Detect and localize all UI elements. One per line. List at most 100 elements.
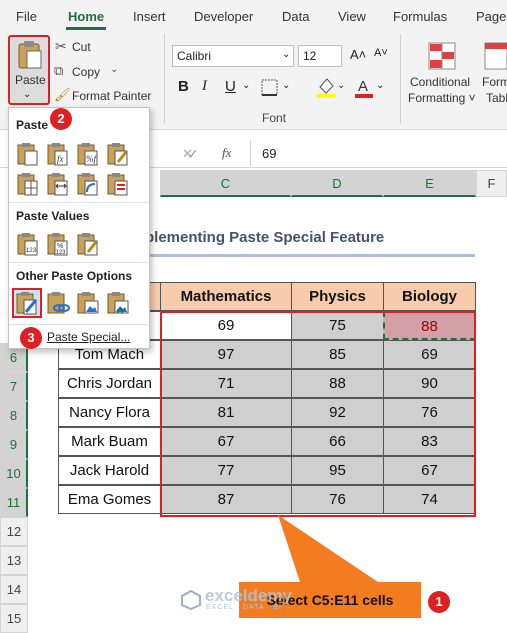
paste-keep-destination-formatting-icon[interactable] <box>106 172 130 196</box>
italic-button[interactable]: I <box>202 78 207 95</box>
table-cell-name[interactable]: Mark Buam <box>58 427 161 456</box>
menu-view[interactable]: View <box>338 9 366 24</box>
svg-text:123: 123 <box>56 250 67 256</box>
paste-values-source-formatting-icon[interactable] <box>76 232 100 256</box>
chevron-down-icon[interactable]: ⌄ <box>242 80 250 91</box>
paste-values-icon[interactable]: 123 <box>16 232 40 256</box>
borders-icon[interactable] <box>260 78 280 98</box>
svg-text:%: % <box>57 243 63 250</box>
paste-special-menu-item[interactable]: Paste Special... <box>47 330 130 344</box>
paste-transpose-icon[interactable] <box>76 172 100 196</box>
chevron-down-icon[interactable]: ⌄ <box>282 80 290 91</box>
fill-color-icon[interactable] <box>316 75 336 99</box>
font-size-select[interactable]: 12 <box>298 45 342 67</box>
font-name-value: Calibri <box>177 49 212 63</box>
step-badge-1: 1 <box>428 591 450 613</box>
chevron-down-icon: ⌄ <box>110 64 119 75</box>
function-icon[interactable]: fx <box>222 145 231 161</box>
step-badge-2: 2 <box>50 108 72 130</box>
menu-bar: File Home Insert Developer Data View For… <box>0 0 507 30</box>
bold-button[interactable]: B <box>178 78 189 95</box>
grow-font-button[interactable]: A˄ <box>350 47 366 62</box>
paste-formatting-option[interactable] <box>12 288 42 318</box>
table-cell-name[interactable]: Chris Jordan <box>58 369 161 398</box>
conditional-formatting-button[interactable]: Conditional <box>410 75 470 89</box>
paste-label: Paste <box>15 73 46 87</box>
paste-no-borders-icon[interactable] <box>16 172 40 196</box>
cut-button[interactable]: Cut <box>72 40 91 54</box>
format-as-table-label-2: Tabl <box>486 91 507 105</box>
menu-insert[interactable]: Insert <box>133 9 166 24</box>
menu-formulas[interactable]: Formulas <box>393 9 447 24</box>
paste-formulas-icon[interactable]: fx <box>46 142 70 166</box>
paste-keep-column-widths-icon[interactable] <box>46 172 70 196</box>
step-badge-3: 3 <box>20 327 42 349</box>
conditional-formatting-label-2: Formatting ˅ <box>408 91 476 105</box>
row-header-7[interactable]: 7 <box>0 372 28 401</box>
table-header-math[interactable]: Mathematics <box>160 282 292 311</box>
column-header-c[interactable]: C <box>160 170 291 197</box>
row-header-15[interactable]: 15 <box>0 604 28 633</box>
row-header-11[interactable]: 11 <box>0 488 28 517</box>
svg-text:A: A <box>358 78 368 95</box>
column-header-d[interactable]: D <box>291 170 383 197</box>
paste-icon[interactable] <box>16 142 40 166</box>
underline-button[interactable]: U <box>225 78 236 95</box>
chevron-down-icon[interactable]: ⌄ <box>376 80 384 91</box>
shrink-font-button[interactable]: A˅ <box>374 47 388 59</box>
copy-button[interactable]: Copy <box>72 65 100 79</box>
watermark-text: exceldemy <box>205 586 292 605</box>
divider <box>9 262 149 263</box>
format-as-table-icon[interactable] <box>484 42 507 70</box>
table-cell-name[interactable]: Nancy Flora <box>58 398 161 427</box>
divider <box>400 34 401 124</box>
column-header-f[interactable]: F <box>476 170 507 197</box>
column-header-e[interactable]: E <box>383 170 476 197</box>
chevron-down-icon[interactable]: ⌄ <box>337 80 345 91</box>
row-header-9[interactable]: 9 <box>0 430 28 459</box>
menu-developer[interactable]: Developer <box>194 9 253 24</box>
paste-keep-source-formatting-icon[interactable] <box>106 142 130 166</box>
confirm-icon[interactable]: ✓ <box>187 146 199 163</box>
formula-input[interactable]: 69 <box>262 146 276 161</box>
paste-picture-icon[interactable] <box>76 291 100 315</box>
clipboard-icon <box>18 41 42 69</box>
divider <box>9 324 149 325</box>
divider <box>9 202 149 203</box>
svg-text:123: 123 <box>26 247 37 254</box>
chevron-down-icon[interactable]: ⌄ <box>282 49 290 60</box>
brush-icon: 🖌 <box>54 87 71 102</box>
row-header-10[interactable]: 10 <box>0 459 28 488</box>
paste-link-icon[interactable] <box>46 291 70 315</box>
copy-icon: ⧉ <box>54 63 64 78</box>
callout-pointer <box>278 515 378 582</box>
svg-text:fx: fx <box>57 154 64 164</box>
row-header-8[interactable]: 8 <box>0 401 28 430</box>
font-color-icon[interactable]: A <box>354 75 374 99</box>
font-name-select[interactable]: Calibri <box>172 45 294 67</box>
scissors-icon: ✂ <box>55 38 67 54</box>
format-painter-button[interactable]: Format Painter <box>72 89 151 103</box>
paste-section-header: Paste <box>16 118 49 132</box>
paste-formatting-icon <box>16 292 38 315</box>
paste-formulas-number-format-icon[interactable]: %f <box>76 142 100 166</box>
table-header-biology[interactable]: Biology <box>383 282 476 311</box>
row-header-14[interactable]: 14 <box>0 575 28 604</box>
conditional-formatting-icon[interactable] <box>428 42 456 70</box>
menu-home[interactable]: Home <box>68 9 104 24</box>
row-header-13[interactable]: 13 <box>0 546 28 575</box>
table-cell-name[interactable]: Jack Harold <box>58 456 161 485</box>
menu-file[interactable]: File <box>16 9 37 24</box>
format-as-table-button[interactable]: Forma <box>482 75 507 89</box>
other-paste-options-header: Other Paste Options <box>16 269 133 283</box>
table-cell-name[interactable]: Ema Gomes <box>58 485 161 514</box>
menu-page[interactable]: Page <box>476 9 506 24</box>
paste-values-number-format-icon[interactable]: %123 <box>46 232 70 256</box>
paste-linked-picture-icon[interactable] <box>106 291 130 315</box>
table-header-physics[interactable]: Physics <box>291 282 384 311</box>
divider <box>250 140 251 166</box>
menu-data[interactable]: Data <box>282 9 309 24</box>
paste-button[interactable]: Paste ⌄ <box>8 35 50 105</box>
watermark-subtext: EXCEL · DATA · BI <box>206 604 282 611</box>
row-header-12[interactable]: 12 <box>0 517 28 546</box>
